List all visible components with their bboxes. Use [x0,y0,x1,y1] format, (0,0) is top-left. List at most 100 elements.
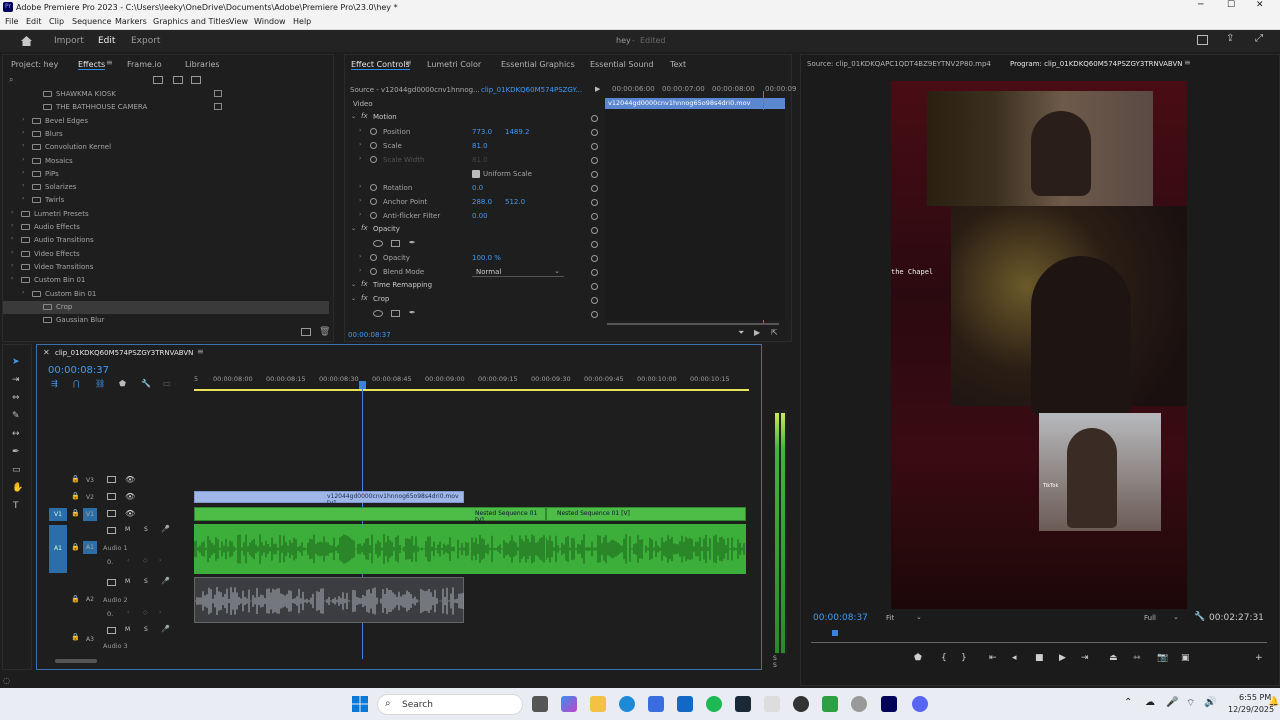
step-back-icon[interactable]: ◂ [1012,653,1017,663]
reset-parameter-icon[interactable] [591,269,598,276]
expand-chevron-icon[interactable]: › [359,253,361,260]
effects-list-item[interactable]: Crop [3,300,329,314]
tab-effect-controls[interactable]: Effect Controls [351,60,410,70]
expand-chevron-icon[interactable]: › [359,267,361,274]
ec-zoom-bar[interactable] [607,323,779,325]
track-select-tool-icon[interactable]: ⇥ [12,375,20,385]
task-view-icon[interactable] [532,696,548,712]
effects-list-item[interactable]: › Blurs [3,128,329,141]
play-icon[interactable]: ▶ [1059,653,1066,663]
pen-mask-icon[interactable]: ✒ [409,238,416,247]
clip-label[interactable]: clip_01KDKQ60M574PSZGY... [481,86,582,94]
solo-button[interactable]: S [144,578,148,585]
lock-icon[interactable]: 🔒 [71,595,80,603]
taskbar-search-box[interactable]: ⌕ Search [377,694,523,715]
effects-list-item[interactable]: › Audio Transitions [3,234,329,247]
export-frame-icon[interactable]: 📷 [1157,653,1168,663]
play-clip-icon[interactable]: ▶ [595,85,600,93]
menu-sequence[interactable]: Sequence [72,17,111,26]
tab-essential-sound[interactable]: Essential Sound [590,60,654,69]
fit-dropdown[interactable]: Fit [886,614,894,622]
expand-chevron-icon[interactable]: › [22,195,24,202]
sync-lock-icon[interactable] [107,493,116,500]
track-name[interactable]: Audio 1 [103,544,128,552]
audio-track-header[interactable]: A1 🔒 A1 M S 🎤 Audio 1 0. ‹ ◇ › [43,525,193,573]
search-icon[interactable]: ⌕ [9,75,13,85]
keyframe-next-icon[interactable]: › [159,557,161,564]
mark-out-icon[interactable]: } [961,653,967,663]
reset-parameter-icon[interactable] [591,227,598,234]
effects-list-item[interactable]: › Custom Bin 01 [3,288,329,301]
track-name[interactable]: Audio 2 [103,596,128,604]
track-label[interactable]: V2 [83,491,97,504]
effects-list-item[interactable]: › Bevel Edges [3,115,329,128]
sync-lock-icon[interactable] [107,476,116,483]
stop-icon[interactable]: ■ [1035,653,1044,663]
expand-chevron-icon[interactable]: › [22,116,24,123]
effects-list-item[interactable]: › Video Transitions [3,261,329,274]
mute-button[interactable]: M [125,626,130,633]
file-explorer-icon[interactable] [590,696,606,712]
ec-value-1[interactable]: 0.0 [472,184,483,192]
settings-wrench-icon[interactable]: 🔧 [141,379,151,388]
track-volume[interactable]: 0. [107,558,113,566]
mic-record-icon[interactable]: 🎤 [161,577,170,585]
reset-parameter-icon[interactable] [591,213,598,220]
ec-value-2[interactable]: 1489.2 [505,128,530,136]
blend-mode-dropdown[interactable]: Normal ⌄ [472,267,564,277]
tab-frameio[interactable]: Frame.io [127,60,162,69]
menu-graphics[interactable]: Graphics and Titles [153,17,230,26]
steam-icon[interactable] [735,696,751,712]
panel-menu-icon[interactable]: ≡ [197,347,204,356]
effects-list-item[interactable]: › Convolution Kernel [3,141,329,154]
razor-tool-icon[interactable]: ✎ [12,411,20,421]
expand-chevron-icon[interactable]: › [22,156,24,163]
keyframe-prev-icon[interactable]: ‹ [127,557,129,564]
program-video-frame[interactable]: the Chapel TikTok [891,81,1187,609]
fit-chevron-icon[interactable]: ⌄ [916,613,922,621]
video-track-header[interactable]: V1 🔒 V1 👁 [43,507,193,522]
accelerated-effects-icon[interactable] [153,76,163,84]
effects-list-item[interactable]: THE BATHHOUSE CAMERA [3,101,329,114]
work-area-bar[interactable] [194,389,749,391]
minimize-button[interactable]: ─ [1198,0,1203,10]
expand-chevron-icon[interactable]: › [359,155,361,162]
tab-text[interactable]: Text [670,60,686,69]
pen-mask-icon[interactable]: ✒ [409,308,416,317]
expand-chevron-icon[interactable]: › [11,275,13,282]
rect-mask-icon[interactable] [391,240,400,247]
video-track-header[interactable]: 🔒 V3 👁 [43,473,193,488]
premiere-taskbar-icon[interactable] [881,696,897,712]
keyframe-prev-icon[interactable]: ‹ [127,609,129,616]
outlook-icon[interactable] [677,696,693,712]
collapse-chevron-icon[interactable]: ⌄ [351,281,356,288]
tab-edit[interactable]: Edit [98,36,115,46]
ec-row[interactable]: › Opacity 100.0 % [345,252,603,265]
comparison-view-icon[interactable]: ▣ [1181,653,1190,663]
effects-list-item[interactable]: › Lumetri Presets [3,208,329,221]
lock-icon[interactable]: 🔒 [71,633,80,641]
expand-chevron-icon[interactable]: › [359,197,361,204]
quality-dropdown[interactable]: Full [1144,614,1156,622]
mic-icon[interactable]: 🎤 [1166,697,1178,708]
discord-icon[interactable] [912,696,928,712]
menu-edit[interactable]: Edit [26,17,42,26]
a1-clip-1[interactable] [194,524,546,574]
lock-icon[interactable]: 🔒 [71,492,80,500]
effects-list-item[interactable]: › Custom Bin 01 [3,274,329,287]
stopwatch-icon[interactable] [370,254,377,261]
ec-row[interactable]: ✒ [345,308,603,321]
quality-chevron-icon[interactable]: ⌄ [1173,613,1179,621]
solo-button[interactable]: S [144,526,148,533]
effects-list-item[interactable]: SHAWKMA KIOSK [3,88,329,101]
track-volume[interactable]: 0. [107,610,113,618]
menu-view[interactable]: View [229,17,248,26]
expand-chevron-icon[interactable]: › [359,141,361,148]
menu-help[interactable]: Help [293,17,311,26]
effects-list-item[interactable]: › Video Effects [3,248,329,261]
program-scrubber[interactable] [811,642,1267,643]
selection-tool-icon[interactable]: ➤ [12,357,20,367]
add-marker-icon[interactable]: ⬟ [119,379,126,388]
tab-export[interactable]: Export [131,36,160,46]
ec-row[interactable]: › Position 773.0 1489.2 [345,126,603,139]
